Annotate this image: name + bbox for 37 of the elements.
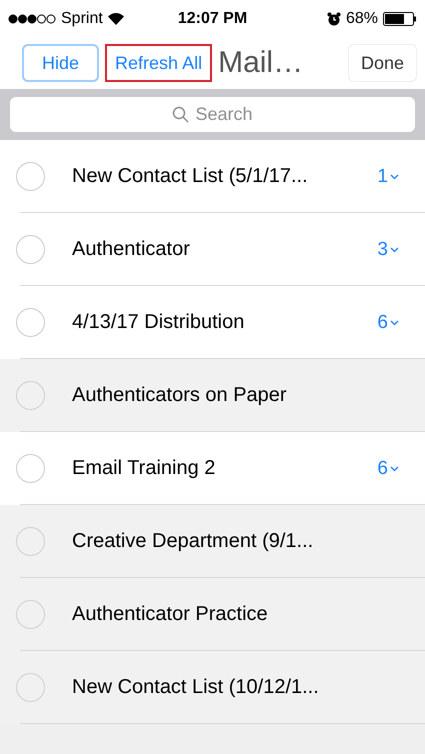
list-row[interactable]: Email Training 2 6: [0, 432, 425, 505]
list-row[interactable]: New Contact List (5/1/17... 1: [0, 140, 425, 213]
search-placeholder: Search: [195, 104, 253, 125]
list-name: Authenticator: [72, 238, 191, 261]
select-circle[interactable]: [16, 235, 45, 264]
count-dropdown[interactable]: 1: [377, 166, 399, 188]
list-row[interactable]: Authenticator 3: [0, 213, 425, 286]
list-name: Creative Department (9/1...: [72, 530, 314, 553]
hide-button[interactable]: Hide: [22, 44, 100, 82]
list-name: 4/13/17 Distribution: [72, 311, 246, 334]
page-title: Mail…: [218, 46, 304, 80]
list-name: New Contact List (10/12/1...: [72, 676, 320, 699]
carrier-name: Sprint: [61, 10, 103, 28]
count-dropdown[interactable]: 6: [377, 458, 399, 480]
battery-icon: [383, 12, 417, 26]
chevron-down-icon: [390, 320, 399, 326]
select-circle[interactable]: [16, 308, 45, 337]
select-circle[interactable]: [16, 162, 45, 191]
wifi-icon: [108, 12, 124, 24]
list-name: Authenticator Practice: [72, 603, 269, 626]
list-name: Email Training 2: [72, 457, 216, 480]
signal-icon: [8, 14, 56, 24]
list-row[interactable]: 4/13/17 Distribution 6: [0, 286, 425, 359]
alarm-icon: [326, 12, 341, 26]
refresh-all-button[interactable]: Refresh All: [105, 44, 212, 82]
done-button[interactable]: Done: [348, 44, 417, 82]
count-dropdown[interactable]: 6: [377, 312, 399, 334]
chevron-down-icon: [390, 246, 399, 252]
select-circle[interactable]: [16, 454, 45, 483]
list-name: New Contact List (5/1/17...: [72, 165, 309, 188]
chevron-down-icon: [390, 466, 399, 472]
chevron-down-icon: [390, 174, 399, 180]
clock-time: 12:07 PM: [178, 10, 248, 28]
list-name: Authenticators on Paper: [72, 384, 288, 407]
search-icon: [172, 106, 190, 123]
battery-percent: 68%: [346, 10, 378, 28]
count-dropdown[interactable]: 3: [377, 238, 399, 260]
